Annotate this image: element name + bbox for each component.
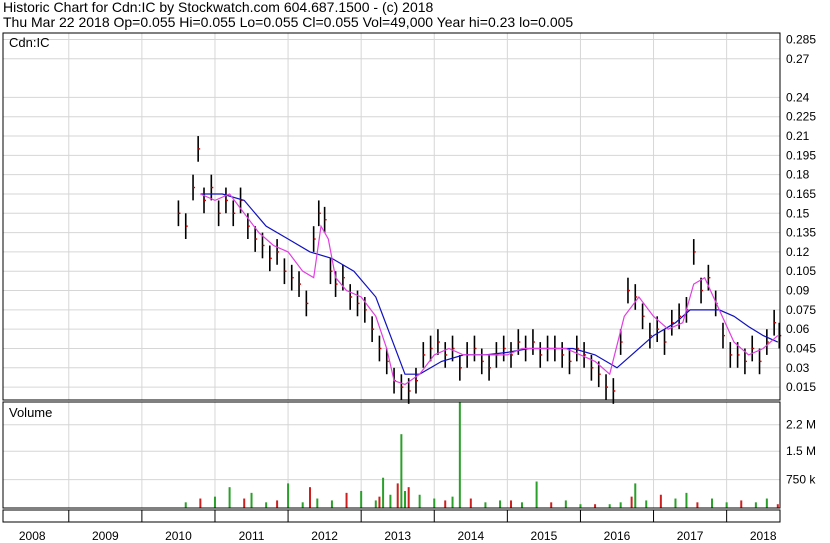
volume-label: Volume — [9, 405, 52, 420]
price-tick-label: 0.27 — [786, 52, 810, 66]
volume-bar — [199, 498, 202, 508]
volume-bar — [433, 498, 436, 508]
volume-bar — [184, 502, 187, 508]
price-tick-label: 0.03 — [786, 361, 810, 375]
volume-bar — [594, 504, 597, 508]
volume-tick-label: 750 k — [786, 473, 816, 487]
price-tick-label: 0.09 — [786, 284, 810, 298]
volume-bar — [316, 498, 319, 508]
volume-bar — [711, 498, 714, 508]
volume-bar — [776, 504, 779, 508]
volume-bar — [378, 496, 381, 508]
price-tick-label: 0.21 — [786, 129, 810, 143]
price-tick-label: 0.015 — [786, 380, 816, 394]
volume-bar — [469, 498, 472, 508]
price-tick-label: 0.075 — [786, 303, 816, 317]
volume-bar — [360, 490, 363, 508]
price-tick-label: 0.135 — [786, 226, 816, 240]
volume-panel-frame — [2, 401, 781, 509]
year-label: 2011 — [239, 529, 265, 543]
volume-bar — [287, 483, 290, 508]
volume-bar — [396, 483, 399, 508]
volume-bar — [374, 500, 377, 508]
volume-bar — [659, 494, 662, 508]
price-tick-label: 0.24 — [786, 90, 810, 104]
volume-bar — [740, 500, 743, 508]
volume-bar — [579, 504, 582, 508]
volume-bar — [630, 496, 633, 508]
volume-bar — [564, 500, 567, 508]
volume-bar — [535, 481, 538, 508]
volume-bar — [619, 502, 622, 508]
volume-bar — [389, 494, 392, 508]
year-strip-frame — [2, 509, 781, 523]
volume-tick-label: 2.2 M — [786, 418, 816, 432]
year-label: 2009 — [92, 529, 119, 543]
year-label: 2015 — [531, 529, 558, 543]
volume-bar — [345, 492, 348, 508]
moving-average-long — [200, 193, 779, 375]
volume-bar — [685, 492, 688, 508]
volume-bar — [645, 500, 648, 508]
year-label: 2013 — [384, 529, 411, 543]
symbol-label: Cdn:IC — [9, 35, 49, 50]
volume-bar — [407, 487, 410, 508]
volume-bar — [634, 483, 637, 508]
volume-bar — [213, 496, 216, 508]
year-label: 2014 — [457, 529, 484, 543]
volume-bar — [451, 496, 454, 508]
price-tick-label: 0.225 — [786, 110, 816, 124]
volume-bar — [484, 502, 487, 508]
volume-bar — [250, 492, 253, 508]
volume-bar — [754, 502, 757, 508]
volume-bar — [400, 434, 403, 508]
year-label: 2012 — [311, 529, 338, 543]
volume-bar — [696, 502, 699, 508]
year-label: 2016 — [604, 529, 631, 543]
price-tick-label: 0.06 — [786, 322, 810, 336]
volume-bar — [243, 498, 246, 508]
price-panel-frame — [2, 32, 781, 401]
price-tick-label: 0.195 — [786, 148, 816, 162]
volume-bar — [458, 402, 461, 508]
volume-tick-label: 1.5 M — [786, 444, 816, 458]
stock-chart: 0.015 0.03 0.045 0.06 0.075 0.09 0.105 0.12 0.13… — [2, 32, 816, 543]
price-tick-label: 0.15 — [786, 206, 810, 220]
year-label: 2010 — [165, 529, 192, 543]
price-tick-label: 0.045 — [786, 341, 816, 355]
price-tick-label: 0.165 — [786, 187, 816, 201]
price-tick-label: 0.12 — [786, 245, 810, 259]
volume-bar — [228, 487, 231, 508]
volume-bar — [765, 498, 768, 508]
volume-bar — [308, 487, 311, 508]
year-label: 2018 — [750, 529, 777, 543]
volume-bar — [499, 500, 502, 508]
volume-bar — [276, 500, 279, 508]
volume-bar — [382, 477, 385, 508]
volume-bar — [404, 490, 407, 508]
price-tick-label: 0.285 — [786, 32, 816, 46]
price-tick-label: 0.18 — [786, 168, 810, 182]
volume-bar — [301, 502, 304, 508]
volume-bar — [550, 502, 553, 508]
price-tick-label: 0.105 — [786, 264, 816, 278]
volume-bar — [674, 498, 677, 508]
year-label: 2017 — [677, 529, 704, 543]
volume-bar — [608, 504, 611, 508]
year-label: 2008 — [19, 529, 46, 543]
volume-bar — [510, 500, 513, 508]
volume-bar — [418, 494, 421, 508]
volume-bar — [520, 502, 523, 508]
volume-bar — [330, 500, 333, 508]
volume-bar — [725, 502, 728, 508]
volume-bar — [444, 500, 447, 508]
volume-bar — [265, 502, 268, 508]
